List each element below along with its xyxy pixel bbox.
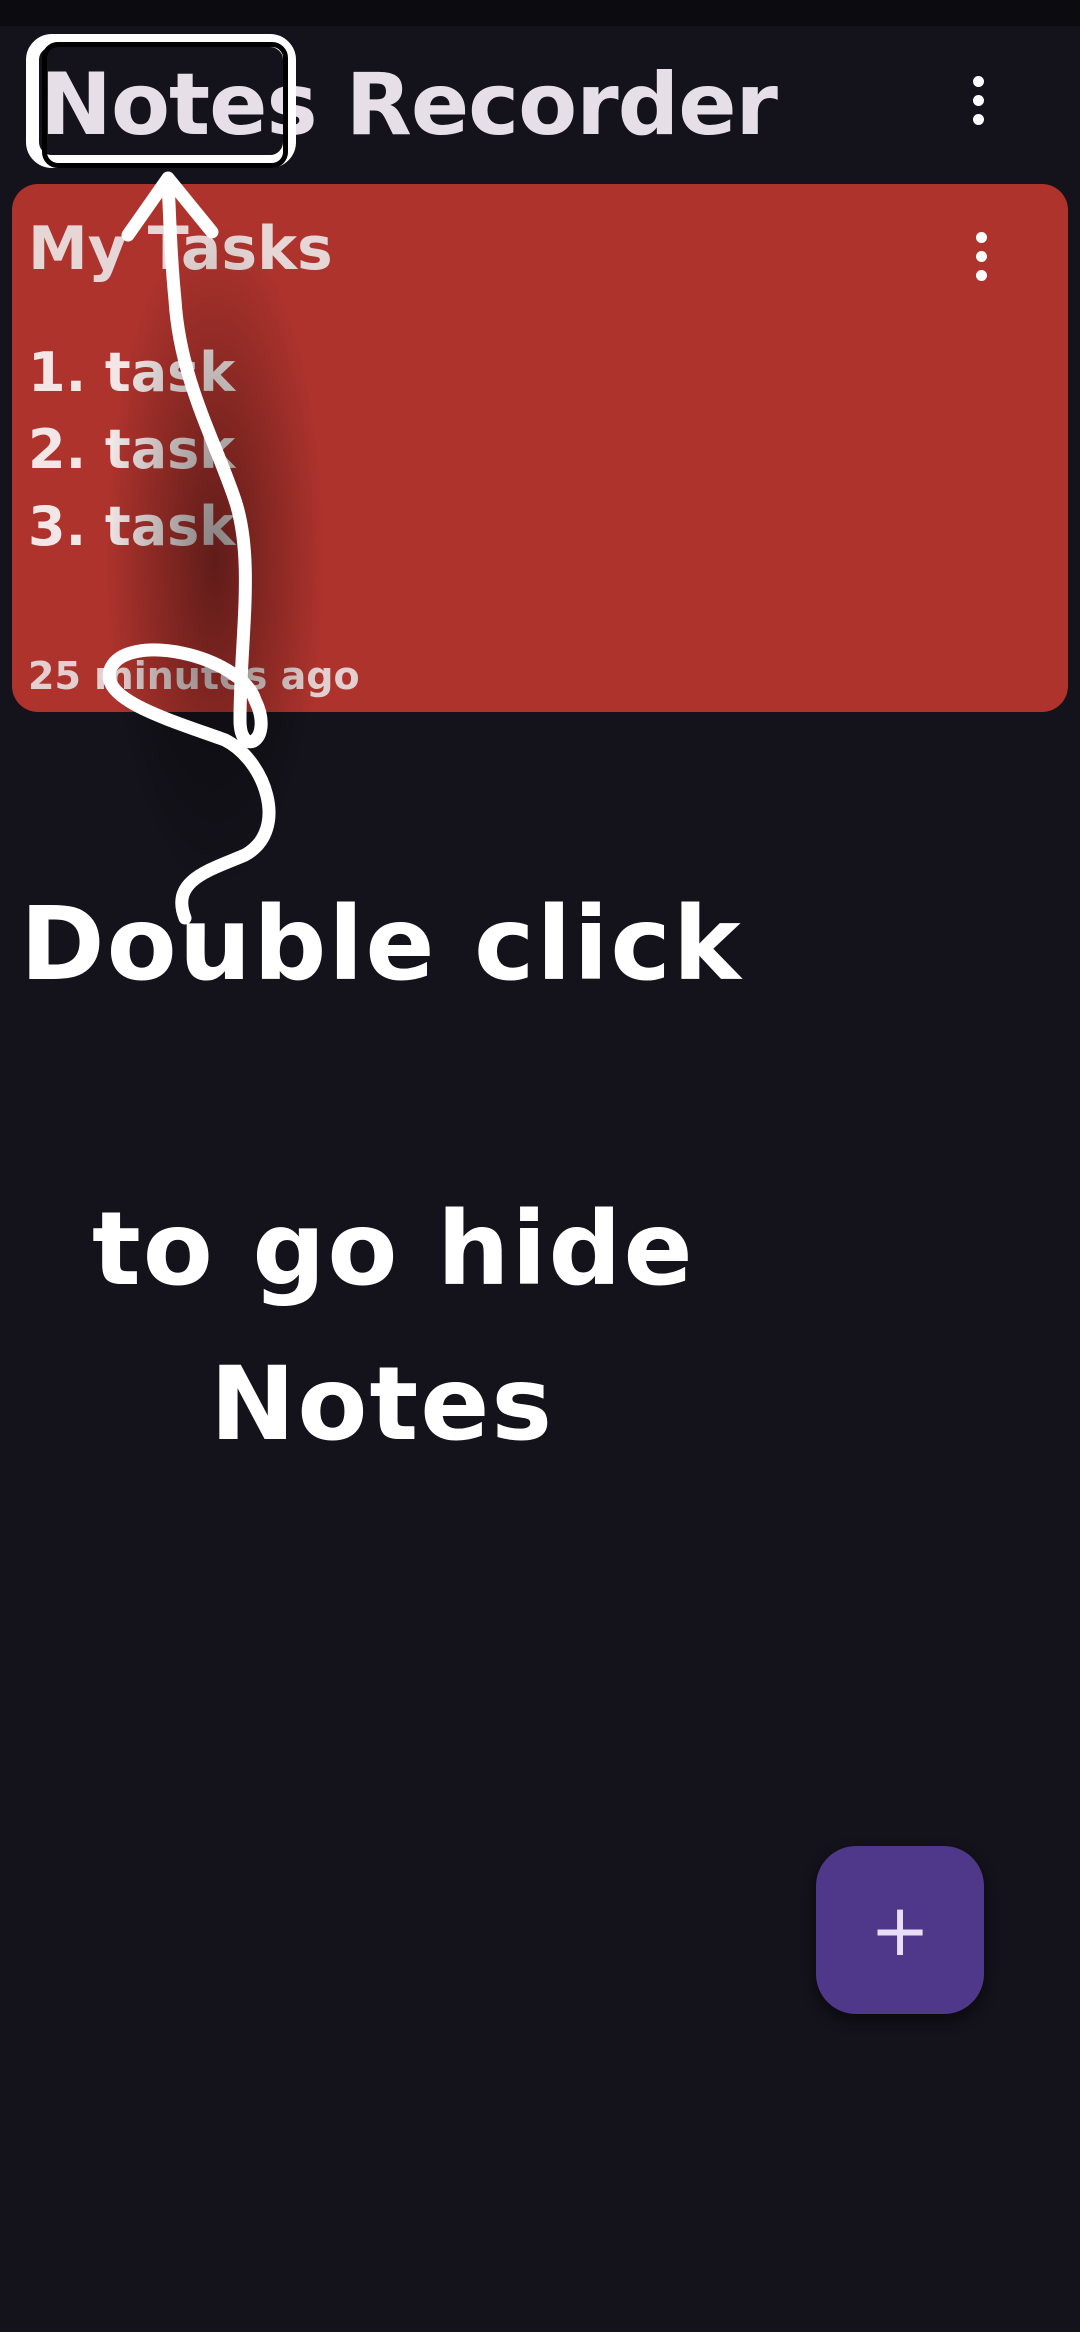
- tutorial-hint-line-2: to go hide: [92, 1190, 695, 1309]
- tutorial-hint-line-3: Notes: [210, 1345, 555, 1464]
- note-card[interactable]: My Tasks 1. task 2. task 3. task 25 minu…: [12, 184, 1068, 712]
- status-bar: [0, 0, 1080, 26]
- add-note-button[interactable]: +: [816, 1846, 984, 2014]
- note-title: My Tasks: [28, 214, 333, 284]
- menu-dot: [975, 231, 987, 243]
- menu-dot: [972, 75, 984, 87]
- note-body: 1. task 2. task 3. task: [28, 334, 235, 565]
- note-line: 1. task: [28, 341, 236, 404]
- note-timestamp: 25 minutes ago: [28, 654, 360, 698]
- menu-dot: [972, 113, 984, 125]
- tutorial-hint-line-1: Double click: [20, 885, 743, 1004]
- note-line: 2. task: [28, 418, 236, 481]
- highlight-inner-box: [42, 42, 288, 168]
- note-line: 3. task: [28, 495, 236, 558]
- more-vert-icon[interactable]: [948, 60, 1008, 140]
- plus-icon: +: [869, 1888, 931, 1972]
- menu-dot: [975, 250, 987, 262]
- menu-dot: [972, 94, 984, 106]
- menu-dot: [975, 269, 987, 281]
- more-vert-icon[interactable]: [951, 216, 1011, 296]
